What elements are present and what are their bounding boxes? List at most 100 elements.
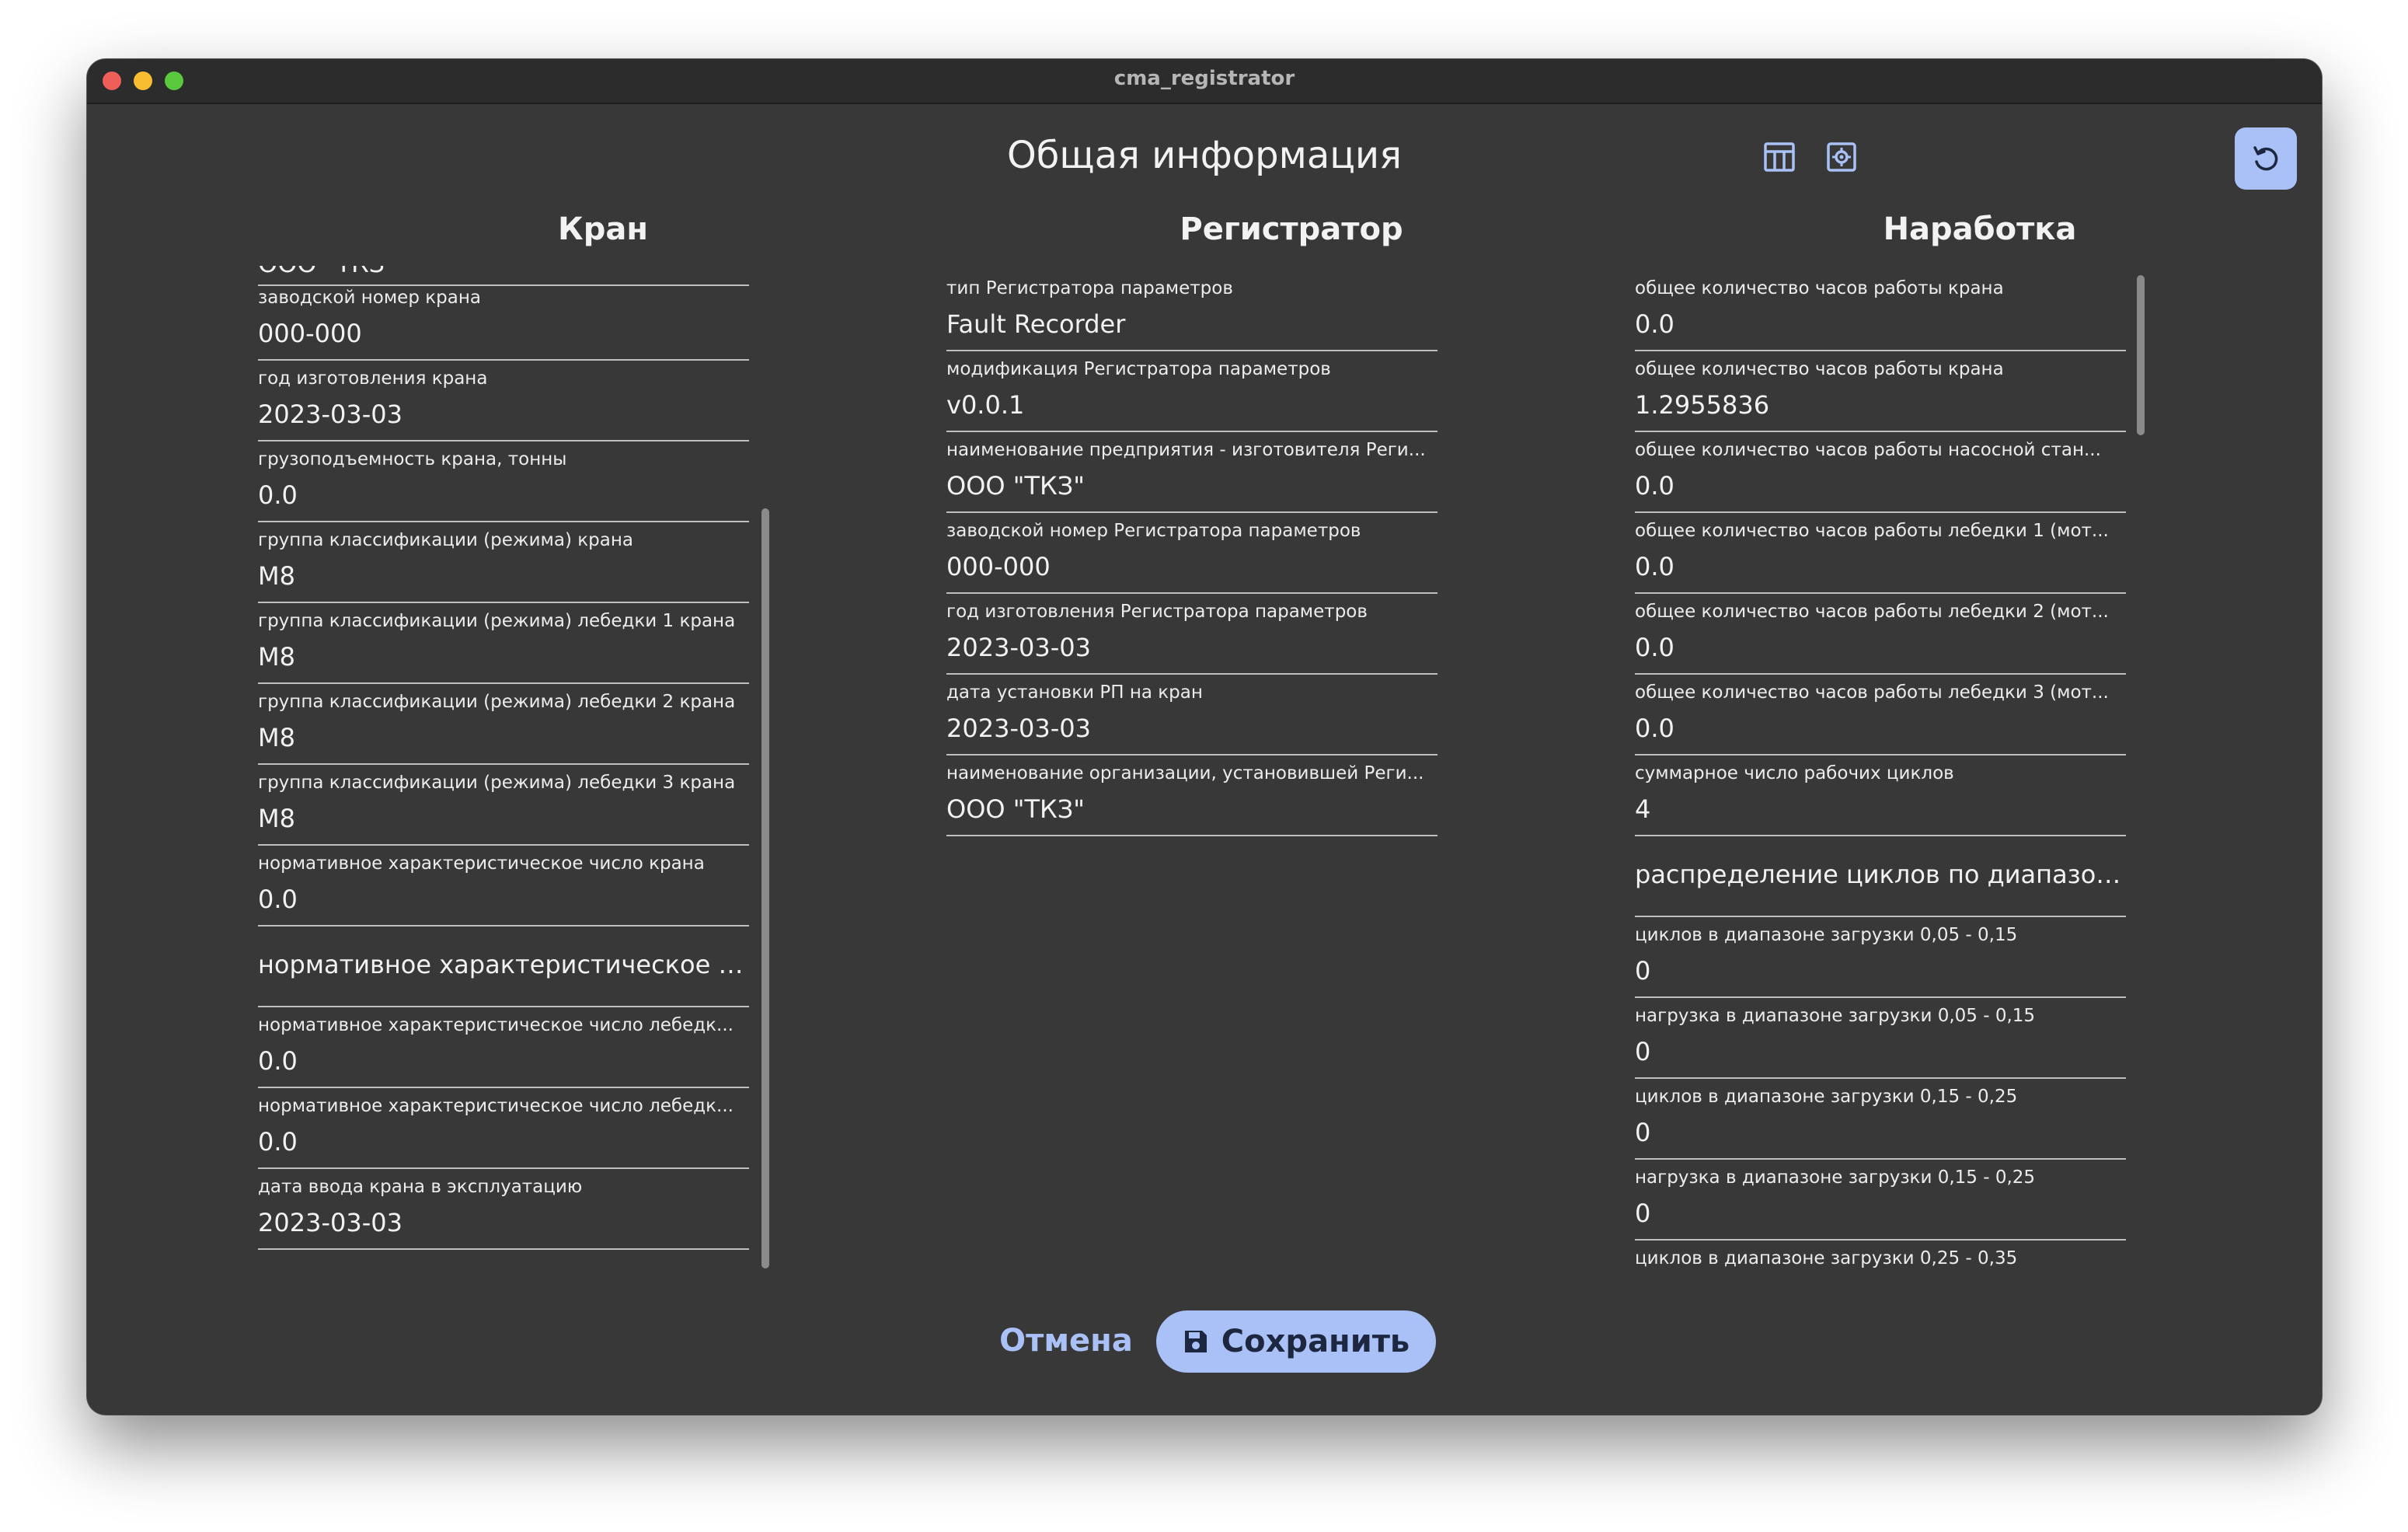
form-field[interactable]: циклов в диапазоне загрузки 0,25 - 0,35 [1635, 1247, 2126, 1328]
field-underline [1635, 1077, 2126, 1079]
form-field[interactable]: заводской номер крана 000-000 [258, 286, 749, 367]
field-label: циклов в диапазоне загрузки 0,05 - 0,15 [1635, 925, 2018, 945]
form-field[interactable]: общее количество часов работы крана 1.295… [1635, 358, 2126, 438]
form-field[interactable]: наименование предприятия - изготовителя … [946, 438, 1437, 519]
field-value[interactable]: 0 [1635, 956, 1650, 986]
field-value[interactable]: 0 [1635, 1199, 1650, 1228]
table-view-button[interactable] [1762, 140, 1796, 174]
form-field[interactable]: нормативное характеристическое число кра… [258, 852, 749, 933]
settings-button[interactable] [1824, 140, 1859, 174]
field-value[interactable]: 0.0 [1635, 471, 1674, 501]
form-field[interactable]: наименование организации, установившей Р… [946, 762, 1437, 843]
field-value[interactable]: 0.0 [1635, 309, 1674, 339]
field-underline [946, 350, 1437, 351]
field-value[interactable]: M8 [258, 561, 295, 591]
field-underline [258, 763, 749, 765]
field-value[interactable]: 1.2955836 [1635, 390, 1769, 420]
form-field[interactable]: общее количество часов работы насосной с… [1635, 438, 2126, 519]
field-value[interactable]: 2023-03-03 [946, 633, 1091, 662]
field-value[interactable]: 000-000 [258, 319, 362, 348]
crane-scrollbar[interactable] [761, 508, 769, 1269]
registrator-field-list[interactable]: тип Регистратора параметров Fault Recorde… [946, 277, 1437, 1345]
field-underline [1635, 1158, 2126, 1160]
field-value[interactable]: распределение циклов по диапазон... [1635, 860, 2126, 889]
crane-partial-field[interactable]: ООО "ТКЗ" [258, 266, 749, 286]
form-field[interactable]: группа классификации (режима) лебедки 3 … [258, 771, 749, 852]
field-value[interactable]: 2023-03-03 [258, 400, 402, 429]
field-value[interactable]: 2023-03-03 [258, 1208, 402, 1237]
field-label: нагрузка в диапазоне загрузки 0,15 - 0,2… [1635, 1167, 2036, 1188]
field-value[interactable]: 0.0 [1635, 633, 1674, 662]
form-field[interactable]: группа классификации (режима) крана M8 [258, 529, 749, 609]
field-value[interactable]: 0 [1635, 1118, 1650, 1147]
field-value[interactable]: 2023-03-03 [946, 714, 1091, 743]
field-underline [946, 431, 1437, 432]
form-field[interactable]: циклов в диапазоне загрузки 0,15 - 0,25 0 [1635, 1085, 2126, 1166]
field-underline [1635, 916, 2126, 917]
field-label: год изготовления крана [258, 368, 488, 389]
field-label: заводской номер крана [258, 288, 481, 308]
field-label: циклов в диапазоне загрузки 0,25 - 0,35 [1635, 1248, 2018, 1269]
field-label: группа классификации (режима) крана [258, 530, 633, 550]
form-field[interactable]: общее количество часов работы лебедки 3 … [1635, 681, 2126, 762]
runtime-column-title: Наработка [1883, 211, 2077, 247]
field-underline [946, 835, 1437, 836]
cancel-button[interactable]: Отмена [988, 1310, 1144, 1371]
refresh-button[interactable] [2235, 127, 2297, 190]
crane-field-list[interactable]: ООО "ТКЗ" заводской номер крана 000-000 го… [258, 266, 749, 1334]
form-field[interactable]: заводской номер Регистратора параметров 0… [946, 519, 1437, 600]
registrator-column-title: Регистратор [1180, 211, 1403, 247]
form-field[interactable]: модификация Регистратора параметров v0.0.… [946, 358, 1437, 438]
field-label: общее количество часов работы лебедки 1 … [1635, 521, 2109, 541]
field-value[interactable]: 0.0 [1635, 552, 1674, 581]
field-value[interactable]: 0.0 [258, 885, 298, 914]
form-field[interactable]: общее количество часов работы лебедки 1 … [1635, 519, 2126, 600]
runtime-field-list[interactable]: общее количество часов работы крана 0.0 об… [1635, 277, 2126, 1334]
field-underline [946, 673, 1437, 675]
form-field[interactable]: общее количество часов работы крана 0.0 [1635, 277, 2126, 358]
form-field[interactable]: нагрузка в диапазоне загрузки 0,15 - 0,2… [1635, 1166, 2126, 1247]
field-value[interactable]: M8 [258, 723, 295, 752]
field-value[interactable]: 4 [1635, 794, 1650, 824]
form-field[interactable]: нормативное характеристическое число леб… [258, 1094, 749, 1175]
form-field[interactable]: дата ввода крана в эксплуатацию 2023-03-0… [258, 1175, 749, 1256]
field-value[interactable]: 0.0 [1635, 714, 1674, 743]
field-underline [1635, 1239, 2126, 1241]
field-value[interactable]: нормативное характеристическое ч... [258, 950, 749, 979]
form-field[interactable]: тип Регистратора параметров Fault Recorde… [946, 277, 1437, 358]
runtime-scrollbar[interactable] [2137, 275, 2145, 435]
form-field[interactable]: дата установки РП на кран 2023-03-03 [946, 681, 1437, 762]
form-field[interactable]: нормативное характеристическое ч... [258, 933, 749, 1014]
form-field[interactable]: грузоподъемность крана, тонны 0.0 [258, 448, 749, 529]
field-underline [1635, 835, 2126, 836]
form-field[interactable]: год изготовления Регистратора параметров… [946, 600, 1437, 681]
field-value[interactable]: 0 [1635, 1037, 1650, 1066]
form-field[interactable]: год изготовления крана 2023-03-03 [258, 367, 749, 448]
title-bar: cma_registrator [87, 59, 2322, 104]
field-underline [946, 592, 1437, 594]
field-value[interactable]: M8 [258, 642, 295, 672]
form-field[interactable]: циклов в диапазоне загрузки 0,05 - 0,15 0 [1635, 923, 2126, 1004]
field-value[interactable]: 000-000 [946, 552, 1051, 581]
field-value[interactable]: Fault Recorder [946, 309, 1125, 339]
field-value[interactable]: 0.0 [258, 1046, 298, 1076]
field-value[interactable]: ООО "ТКЗ" [946, 794, 1085, 824]
field-value[interactable]: ООО "ТКЗ" [946, 471, 1085, 501]
field-underline [1635, 592, 2126, 594]
form-field[interactable]: суммарное число рабочих циклов 4 [1635, 762, 2126, 843]
field-underline [1635, 754, 2126, 756]
form-field[interactable]: группа классификации (режима) лебедки 2 … [258, 690, 749, 771]
form-field[interactable]: нормативное характеристическое число леб… [258, 1014, 749, 1094]
field-underline [1635, 673, 2126, 675]
form-field[interactable]: группа классификации (режима) лебедки 1 … [258, 609, 749, 690]
field-value[interactable]: 0.0 [258, 1127, 298, 1157]
field-value[interactable]: 0.0 [258, 480, 298, 510]
field-value[interactable]: v0.0.1 [946, 390, 1024, 420]
field-label: дата установки РП на кран [946, 682, 1203, 703]
form-field[interactable]: нагрузка в диапазоне загрузки 0,05 - 0,1… [1635, 1004, 2126, 1085]
save-button[interactable]: Сохранить [1156, 1310, 1436, 1373]
form-field[interactable]: общее количество часов работы лебедки 2 … [1635, 600, 2126, 681]
form-field[interactable]: распределение циклов по диапазон... [1635, 843, 2126, 923]
settings-icon [1827, 142, 1856, 172]
field-value[interactable]: M8 [258, 804, 295, 833]
